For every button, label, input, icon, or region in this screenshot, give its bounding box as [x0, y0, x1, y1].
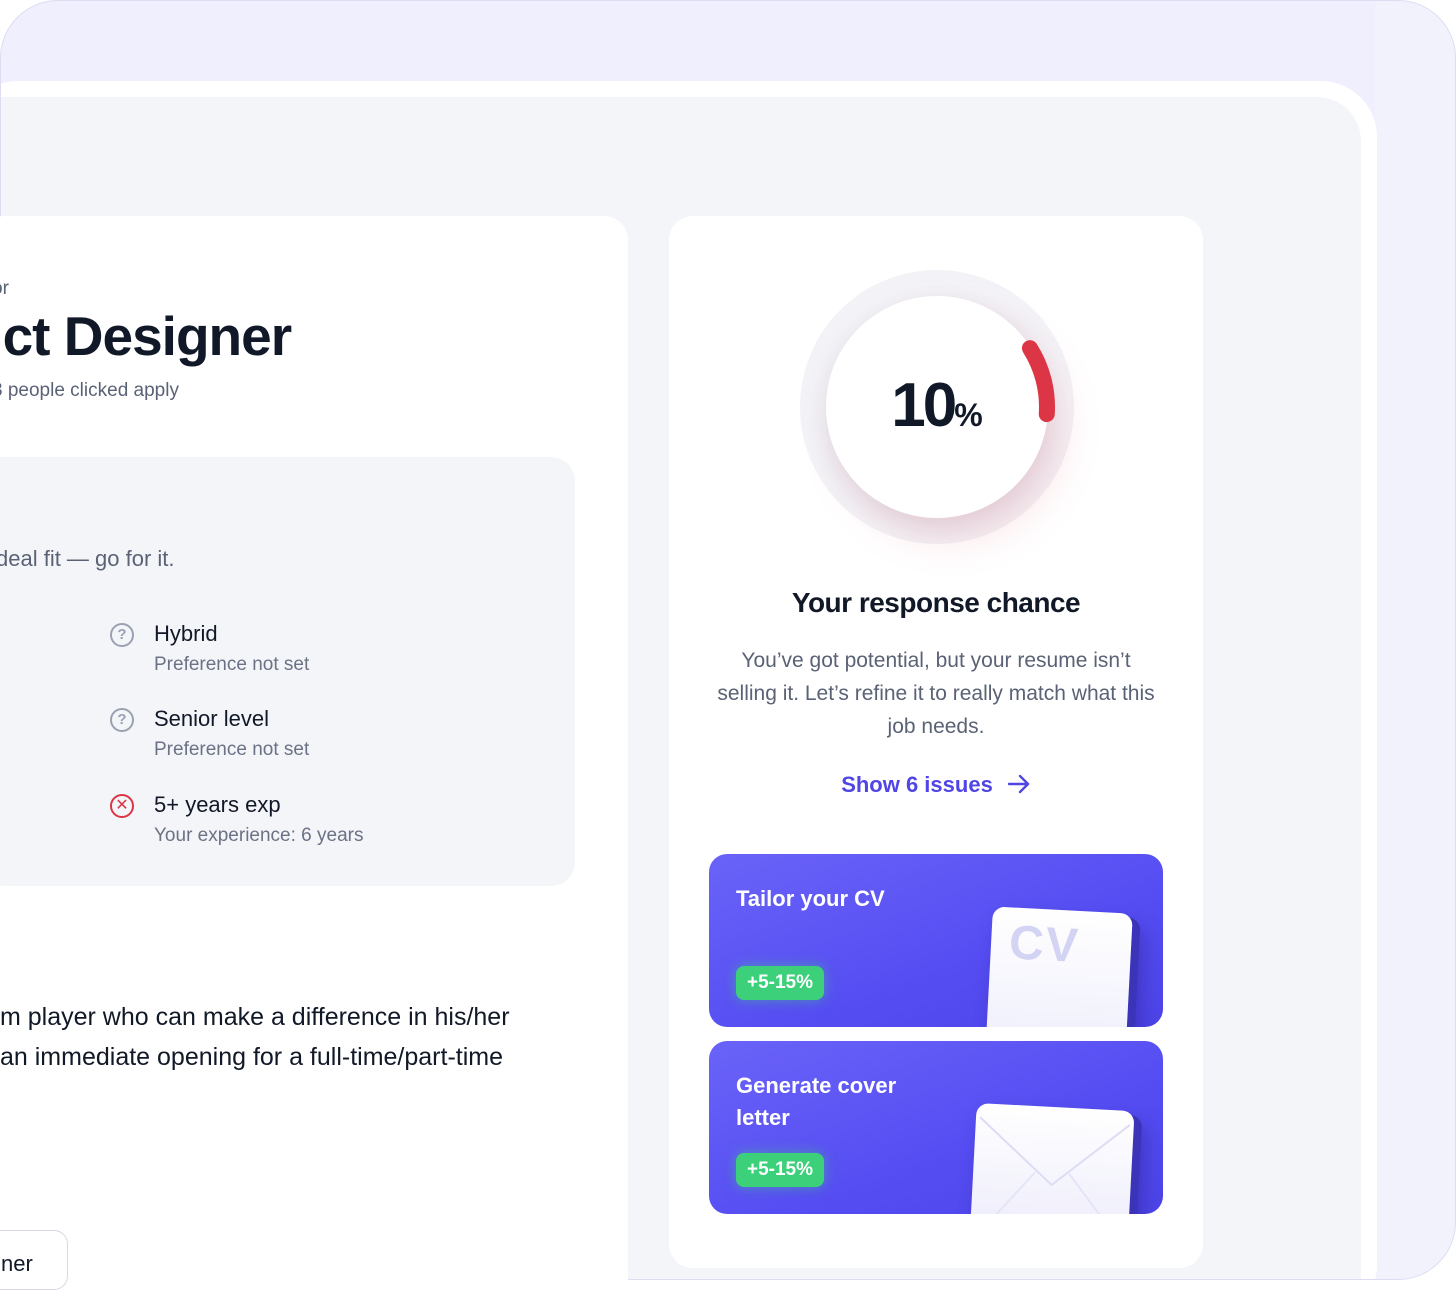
show-issues-link[interactable]: Show 6 issues: [669, 772, 1203, 801]
tailor-cv-button[interactable]: Tailor your CV +5-15% CV: [709, 854, 1163, 1027]
close-circle-icon: ✕: [110, 794, 134, 818]
cv-document-label: CV: [1007, 916, 1082, 973]
question-icon: ?: [110, 623, 134, 647]
job-title: uct Designer: [0, 305, 292, 367]
score-value: 10%: [826, 370, 1048, 441]
arrow-right-icon: [1007, 773, 1031, 801]
bottom-chip-button[interactable]: ner: [0, 1230, 68, 1290]
envelope-icon: [969, 1102, 1135, 1214]
generate-cover-letter-button[interactable]: Generate cover letter +5-15%: [709, 1041, 1163, 1214]
requirement-detail: Your experience: 6 years: [154, 825, 364, 846]
action-title: Generate cover letter: [736, 1073, 897, 1130]
score-unit: %: [954, 397, 983, 433]
cv-document-icon: CV: [985, 906, 1133, 1027]
requirement-label: Senior level: [154, 706, 269, 731]
improvement-badge: +5-15%: [736, 966, 825, 1000]
bottom-chip-label: ner: [1, 1251, 33, 1276]
job-description-line: an immediate opening for a full-time/par…: [0, 1043, 504, 1071]
company-name: or: [0, 278, 9, 299]
score-title: Your response chance: [791, 587, 1081, 618]
requirement-detail: Preference not set: [154, 739, 310, 760]
fit-summary-text: deal fit — go for it.: [0, 546, 175, 571]
requirement-label: Hybrid: [154, 621, 218, 646]
applicants-count: 3 people clicked apply: [0, 380, 179, 401]
requirement-label: 5+ years exp: [154, 792, 281, 817]
show-issues-label: Show 6 issues: [841, 772, 993, 797]
action-title: Tailor your CV: [736, 886, 885, 911]
job-description-line: m player who can make a difference in hi…: [0, 1003, 510, 1031]
improvement-badge: +5-15%: [736, 1153, 825, 1187]
question-icon: ?: [110, 708, 134, 732]
requirement-detail: Preference not set: [154, 654, 310, 675]
score-description: You’ve got potential, but your resume is…: [717, 649, 1155, 738]
score-number: 10: [891, 371, 957, 440]
backdrop-right: [1375, 1, 1455, 1279]
